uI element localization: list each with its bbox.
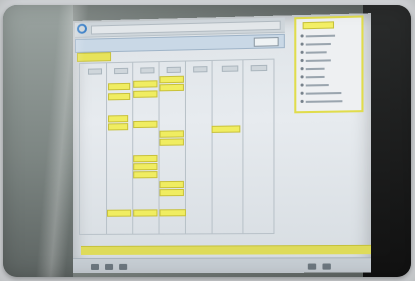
task-bar[interactable] bbox=[211, 125, 241, 133]
taskbar-app-icon[interactable] bbox=[105, 263, 114, 270]
task-bar[interactable] bbox=[159, 130, 184, 138]
task-bar[interactable] bbox=[159, 75, 184, 84]
column-header bbox=[166, 66, 181, 74]
taskbar-status-icon bbox=[307, 263, 317, 270]
menu-item[interactable] bbox=[300, 41, 343, 47]
task-bar[interactable] bbox=[108, 92, 131, 101]
menu-item[interactable] bbox=[300, 65, 343, 71]
task-bar[interactable] bbox=[159, 138, 184, 146]
task-bar[interactable] bbox=[108, 82, 131, 91]
task-bar[interactable] bbox=[133, 90, 158, 98]
search-input[interactable] bbox=[90, 20, 281, 35]
taskbar-status-icon bbox=[322, 263, 331, 270]
timeline-column bbox=[242, 60, 273, 234]
task-bar[interactable] bbox=[133, 154, 158, 163]
task-bar[interactable] bbox=[108, 123, 129, 131]
column-header bbox=[193, 66, 208, 73]
column-header bbox=[87, 68, 103, 75]
task-bar[interactable] bbox=[133, 162, 158, 171]
column-header bbox=[140, 67, 155, 74]
timeline-column bbox=[79, 63, 108, 234]
projected-app-window bbox=[73, 13, 371, 274]
task-bar[interactable] bbox=[108, 115, 129, 123]
menu-item[interactable] bbox=[300, 98, 343, 104]
task-bar[interactable] bbox=[133, 171, 158, 179]
menu-panel-title bbox=[302, 21, 335, 30]
task-bar[interactable] bbox=[159, 83, 184, 92]
menu-panel bbox=[294, 15, 364, 114]
menu-item[interactable] bbox=[300, 49, 343, 55]
menu-item[interactable] bbox=[300, 82, 343, 88]
photo-frame bbox=[0, 0, 415, 281]
menu-item[interactable] bbox=[300, 32, 343, 38]
timeline-column bbox=[184, 60, 213, 234]
column-header bbox=[221, 65, 239, 72]
column-header bbox=[250, 64, 268, 72]
task-bar[interactable] bbox=[159, 180, 184, 189]
column-header bbox=[114, 67, 129, 75]
menu-item[interactable] bbox=[300, 57, 343, 63]
menu-item[interactable] bbox=[300, 73, 343, 79]
timeline-column bbox=[132, 62, 160, 234]
task-bar[interactable] bbox=[159, 188, 184, 197]
timeline-grid bbox=[78, 58, 275, 235]
os-taskbar bbox=[73, 257, 371, 273]
task-bar[interactable] bbox=[159, 209, 186, 217]
room-scene bbox=[3, 5, 411, 277]
task-bar[interactable] bbox=[107, 209, 132, 217]
task-bar[interactable] bbox=[133, 120, 158, 129]
taskbar-app-icon[interactable] bbox=[90, 263, 100, 270]
menu-item[interactable] bbox=[300, 90, 343, 96]
status-strip bbox=[80, 244, 371, 255]
task-bar[interactable] bbox=[133, 209, 158, 217]
toolbar-button[interactable] bbox=[253, 37, 279, 47]
timeline-column bbox=[211, 60, 244, 234]
taskbar-app-icon[interactable] bbox=[119, 263, 128, 270]
task-bar[interactable] bbox=[133, 80, 158, 88]
